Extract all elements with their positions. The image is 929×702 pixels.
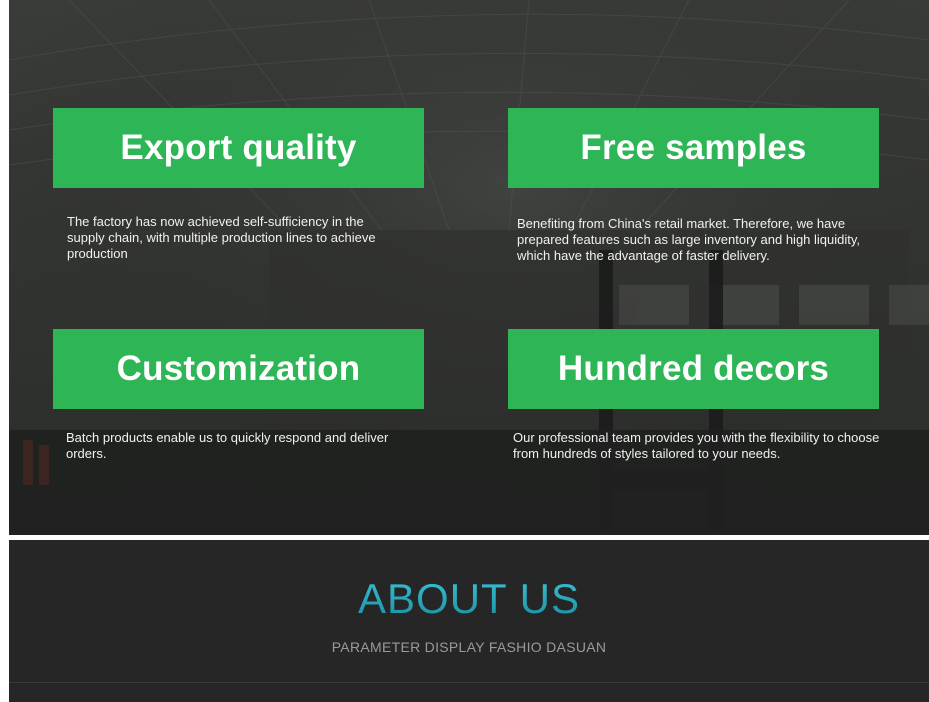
about-us-section: ABOUT US PARAMETER DISPLAY FASHIO DASUAN [9, 540, 929, 702]
page: Export quality The factory has now achie… [0, 0, 929, 702]
feature-description-hundred-decors: Our professional team provides you with … [513, 430, 880, 461]
feature-description-customization: Batch products enable us to quickly resp… [66, 430, 389, 461]
factory-features-section: Export quality The factory has now achie… [9, 0, 929, 535]
about-us-heading: ABOUT US [9, 575, 929, 623]
feature-title-hundred-decors: Hundred decors [508, 329, 879, 409]
feature-description-free-samples: Benefiting from China's retail market. T… [517, 216, 861, 263]
about-us-subtitle: PARAMETER DISPLAY FASHIO DASUAN [331, 639, 607, 655]
feature-description-export-quality: The factory has now achieved self-suffic… [67, 214, 376, 261]
feature-title-customization: Customization [53, 329, 424, 409]
section-divider [9, 682, 929, 683]
feature-title-export-quality: Export quality [53, 108, 424, 188]
feature-title-free-samples: Free samples [508, 108, 879, 188]
